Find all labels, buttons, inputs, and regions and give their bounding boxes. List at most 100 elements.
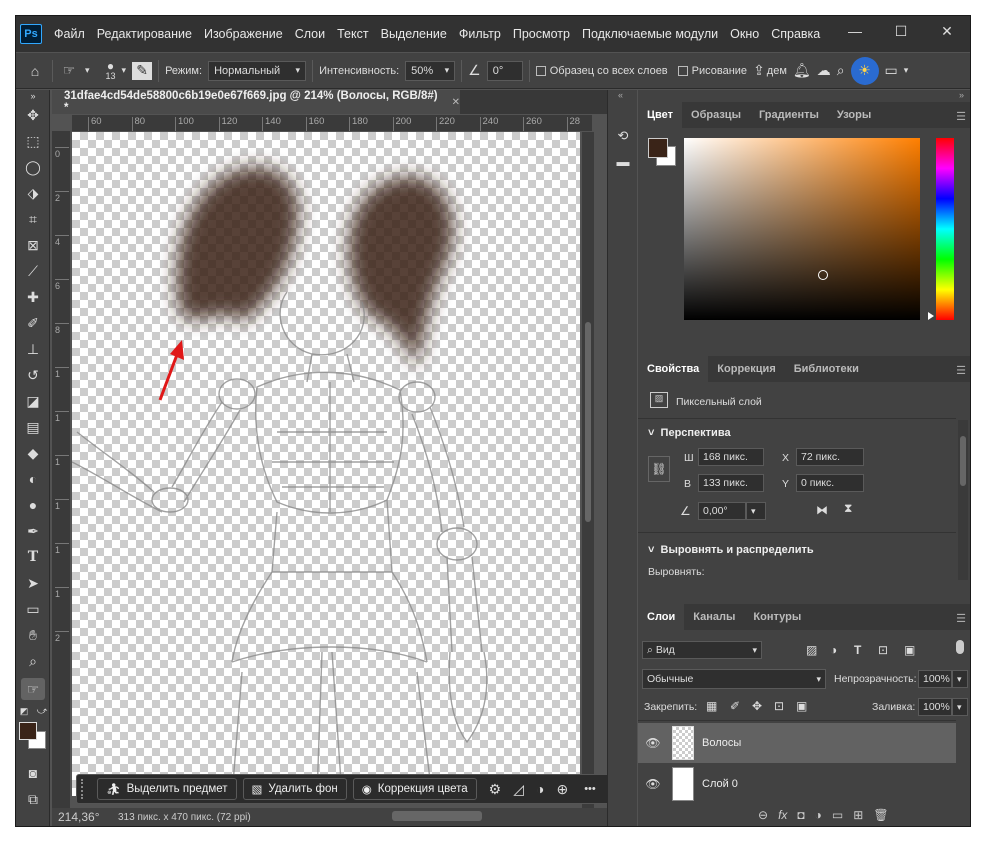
menu-item-3[interactable]: Слои: [289, 27, 331, 41]
flip-horizontal-icon[interactable]: ⧓: [816, 503, 828, 517]
collapse-icon[interactable]: »: [959, 90, 964, 100]
tab-adjustments[interactable]: Коррекция: [708, 356, 784, 382]
horizontal-scrollbar-thumb[interactable]: [392, 811, 482, 821]
fill-field[interactable]: 100%: [918, 698, 952, 716]
x-field[interactable]: 72 пикс.: [796, 448, 864, 466]
layer-row-hair[interactable]: 👁︎ Волосы: [638, 723, 956, 763]
chevron-down-icon[interactable]: ▾: [904, 65, 909, 76]
history-brush-tool-icon[interactable]: ↺: [21, 364, 45, 386]
filter-toggle-icon[interactable]: [956, 640, 964, 654]
comments-icon[interactable]: ▬: [614, 154, 632, 172]
object-selection-tool-icon[interactable]: ⬗: [21, 182, 45, 204]
lock-transparency-icon[interactable]: ▦: [706, 699, 717, 713]
document-tab[interactable]: 31dfae4cd54de58800c6b19e0e67f669.jpg @ 2…: [52, 90, 460, 114]
brush-size-picker[interactable]: ● 13: [106, 60, 116, 81]
burn-tool-icon[interactable]: ●: [21, 494, 45, 516]
menu-item-7[interactable]: Просмотр: [507, 27, 576, 41]
pen-tool-icon[interactable]: ✒: [21, 520, 45, 542]
eyedropper-tool-icon[interactable]: ⟋: [21, 260, 45, 282]
swap-colors-icon[interactable]: ⤻: [36, 704, 48, 718]
menu-item-2[interactable]: Изображение: [198, 27, 289, 41]
document-canvas[interactable]: [72, 132, 580, 796]
panel-menu-icon[interactable]: ☰: [956, 612, 966, 625]
height-field[interactable]: 133 пикс.: [698, 474, 764, 492]
close-button[interactable]: ✕: [924, 16, 970, 46]
scroll-thumb[interactable]: [585, 322, 591, 522]
menu-item-1[interactable]: Редактирование: [91, 27, 198, 41]
minimize-button[interactable]: —: [832, 16, 878, 46]
hue-slider[interactable]: [936, 138, 954, 320]
angle-field[interactable]: 0°: [486, 60, 523, 81]
menu-item-10[interactable]: Справка: [765, 27, 826, 41]
lock-position-icon[interactable]: ✥: [752, 699, 762, 713]
delete-layer-icon[interactable]: 🗑︎: [873, 808, 888, 822]
workspace-icon[interactable]: ▭: [885, 62, 898, 79]
smudge-tool-icon[interactable]: ☞: [21, 678, 45, 700]
perspective-icon[interactable]: ◿: [513, 781, 524, 798]
opacity-field[interactable]: 100%: [918, 670, 952, 688]
hue-slider-handle[interactable]: [928, 312, 934, 320]
hand-tool-icon[interactable]: ✋︎: [21, 624, 45, 646]
path-selection-tool-icon[interactable]: ➤: [21, 572, 45, 594]
layer-row-layer0[interactable]: 👁︎ Слой 0: [638, 764, 956, 804]
tab-libraries[interactable]: Библиотеки: [785, 356, 868, 382]
type-tool-icon[interactable]: T: [21, 546, 45, 568]
brush-tool-icon[interactable]: ✐: [21, 312, 45, 334]
filter-type-icon[interactable]: T: [854, 643, 861, 657]
menu-item-5[interactable]: Выделение: [375, 27, 453, 41]
discover-lightbulb-icon[interactable]: ☀: [850, 56, 879, 85]
new-adjustment-layer-icon[interactable]: ◑: [815, 808, 822, 822]
lock-pixels-icon[interactable]: ✐: [730, 699, 740, 713]
scroll-thumb[interactable]: [960, 436, 966, 486]
tab-patterns[interactable]: Узоры: [828, 102, 880, 128]
visibility-eye-icon[interactable]: 👁︎: [638, 777, 668, 791]
perspective-section-header[interactable]: ˅ Перспектива: [648, 427, 731, 439]
align-section-header[interactable]: ˅ Выровнять и распределить: [648, 544, 814, 556]
tab-paths[interactable]: Контуры: [744, 604, 810, 630]
home-icon[interactable]: ⌂: [24, 63, 46, 79]
sample-all-checkbox[interactable]: Образец со всех слоев: [535, 65, 668, 77]
rectangle-tool-icon[interactable]: ▭: [21, 598, 45, 620]
dodge-tool-icon[interactable]: ◐: [21, 468, 45, 490]
clone-stamp-tool-icon[interactable]: ⊥: [21, 338, 45, 360]
cloud-icon[interactable]: ☁: [817, 62, 831, 79]
eraser-tool-icon[interactable]: ◪: [21, 390, 45, 412]
gradient-tool-icon[interactable]: ▤: [21, 416, 45, 438]
filter-pixel-icon[interactable]: ▨: [806, 643, 817, 657]
remove-background-button[interactable]: ▧ Удалить фон: [242, 778, 347, 800]
layer-name[interactable]: Волосы: [702, 737, 741, 749]
tab-properties[interactable]: Свойства: [638, 356, 709, 382]
filter-adjustment-icon[interactable]: ◑: [830, 643, 837, 657]
intensity-field[interactable]: 50% ▾: [405, 60, 456, 81]
new-group-icon[interactable]: ▭: [832, 808, 843, 822]
default-colors-icon[interactable]: ◩: [18, 704, 30, 718]
width-field[interactable]: 168 пикс.: [698, 448, 764, 466]
menu-item-0[interactable]: Файл: [48, 27, 91, 41]
color-picker-field[interactable]: [684, 138, 920, 320]
zoom-level[interactable]: 214,36°: [58, 810, 106, 824]
healing-brush-tool-icon[interactable]: ✚: [21, 286, 45, 308]
menu-item-6[interactable]: Фильтр: [453, 27, 507, 41]
filter-shape-icon[interactable]: ⊡: [878, 643, 888, 657]
panel-menu-icon[interactable]: ☰: [956, 364, 966, 377]
filter-smart-object-icon[interactable]: ▣: [904, 643, 915, 657]
document-size[interactable]: 313 пикс. x 470 пикс. (72 ppi): [118, 812, 251, 823]
menu-item-9[interactable]: Окно: [724, 27, 765, 41]
zoom-tool-icon[interactable]: ⌕: [21, 650, 45, 672]
smudge-tool-preset-icon[interactable]: ☞: [59, 62, 79, 79]
visibility-eye-icon[interactable]: 👁︎: [638, 736, 668, 750]
panel-menu-icon[interactable]: ☰: [956, 110, 966, 123]
layer-name[interactable]: Слой 0: [702, 778, 738, 790]
search-icon[interactable]: ⌕: [837, 62, 845, 79]
mode-select[interactable]: Нормальный ▾: [208, 60, 307, 81]
rotation-angle-dropdown[interactable]: ▾: [746, 502, 766, 520]
collapse-icon[interactable]: «: [618, 90, 623, 100]
add-mask-icon[interactable]: ◘: [797, 808, 804, 822]
drag-handle[interactable]: [81, 779, 87, 799]
add-adjustment-icon[interactable]: ⊕: [556, 781, 568, 798]
tab-layers[interactable]: Слои: [638, 604, 685, 630]
share-icon[interactable]: ⇪: [753, 62, 765, 79]
blur-tool-icon[interactable]: ◆: [21, 442, 45, 464]
frame-tool-icon[interactable]: ⊠: [21, 234, 45, 256]
brush-settings-icon[interactable]: ✎: [132, 61, 153, 80]
